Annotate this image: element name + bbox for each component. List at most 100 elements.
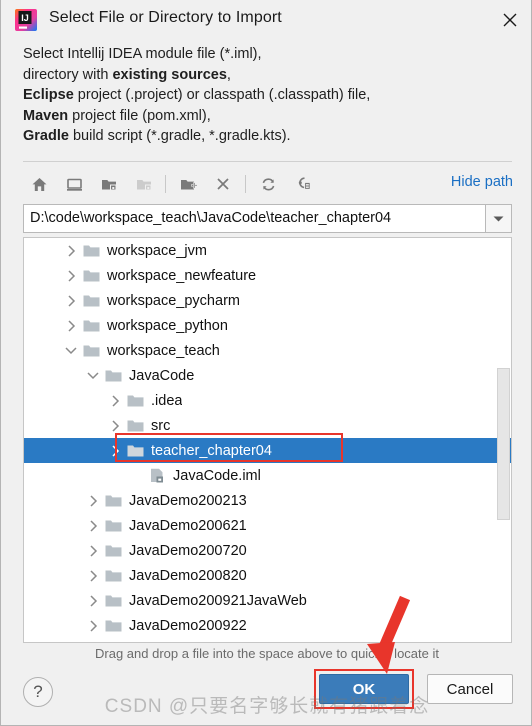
chevron-right-icon[interactable] — [108, 419, 122, 433]
path-field-row: D:\code\workspace_teach\JavaCode\teacher… — [23, 204, 512, 233]
chevron-down-icon[interactable] — [64, 344, 78, 358]
chevron-right-icon[interactable] — [64, 319, 78, 333]
tree-row[interactable]: workspace_pycharm — [24, 288, 511, 313]
description-line-3: Eclipse project (.project) or classpath … — [23, 87, 371, 103]
hide-path-link[interactable]: Hide path — [451, 174, 513, 190]
svg-text:IJ: IJ — [21, 13, 29, 23]
tree-row-label: JavaDemo200922 — [129, 617, 247, 634]
folder-icon — [104, 543, 122, 559]
tree-row[interactable]: teacher_chapter04 — [24, 438, 511, 463]
tree-row-label: workspace_python — [107, 317, 228, 334]
close-icon[interactable] — [487, 0, 531, 40]
tree-row[interactable]: JavaDemo200921JavaWeb — [24, 588, 511, 613]
import-file-dialog: IJ Select File or Directory to Import Se… — [0, 0, 532, 726]
folder-icon — [104, 518, 122, 534]
chevron-right-icon[interactable] — [64, 244, 78, 258]
folder-icon — [104, 593, 122, 609]
chevron-right-icon[interactable] — [86, 519, 100, 533]
folder-icon — [126, 418, 144, 434]
path-input[interactable]: D:\code\workspace_teach\JavaCode\teacher… — [23, 204, 485, 233]
folder-icon — [82, 293, 100, 309]
intellij-idea-icon: IJ — [14, 8, 38, 32]
chevron-right-icon[interactable] — [86, 494, 100, 508]
divider — [23, 161, 512, 162]
delete-icon[interactable] — [211, 172, 235, 196]
folder-icon — [82, 343, 100, 359]
tree-row-label: JavaDemo210201 — [129, 643, 247, 644]
tree-row-label: JavaCode — [129, 367, 195, 384]
folder-icon — [126, 393, 144, 409]
chevron-right-icon[interactable] — [86, 544, 100, 558]
chevron-right-icon[interactable] — [108, 394, 122, 408]
toolbar-separator-1 — [165, 175, 166, 193]
new-folder-icon[interactable] — [176, 172, 200, 196]
description-line-2: directory with existing sources, — [23, 66, 231, 83]
tree-row[interactable]: src — [24, 413, 511, 438]
project-folder-icon[interactable] — [97, 172, 121, 196]
folder-icon — [82, 268, 100, 284]
title-bar: IJ Select File or Directory to Import — [1, 0, 531, 40]
tree-row-label: workspace_teach — [107, 342, 220, 359]
directory-tree[interactable]: workspace_jvm workspace_newfeatureworkspa… — [23, 237, 512, 643]
chevron-down-icon[interactable] — [485, 204, 512, 233]
chevron-down-icon[interactable] — [86, 369, 100, 383]
chevron-right-icon[interactable] — [64, 294, 78, 308]
folder-icon — [126, 443, 144, 459]
ok-button[interactable]: OK — [319, 674, 409, 704]
tree-rows: workspace_jvm workspace_newfeatureworkspa… — [24, 238, 511, 642]
chevron-right-icon[interactable] — [86, 569, 100, 583]
folder-icon — [82, 318, 100, 334]
chevron-right-icon[interactable] — [108, 444, 122, 458]
desktop-icon[interactable] — [62, 172, 86, 196]
tree-row-label: workspace_pycharm — [107, 292, 240, 309]
folder-icon — [104, 643, 122, 644]
tree-row-label: JavaDemo200921JavaWeb — [129, 592, 307, 609]
iml-file-icon — [148, 468, 166, 484]
folder-icon — [82, 243, 100, 259]
tree-row[interactable]: workspace_python — [24, 313, 511, 338]
help-button[interactable]: ? — [23, 677, 53, 707]
tree-row[interactable]: JavaDemo200820 — [24, 563, 511, 588]
tree-row-label: workspace_jvm — [107, 242, 207, 259]
tree-row[interactable]: JavaCode — [24, 363, 511, 388]
folder-icon — [104, 493, 122, 509]
tree-row-label: src — [151, 417, 171, 434]
cancel-button[interactable]: Cancel — [427, 674, 513, 704]
folder-icon — [104, 368, 122, 384]
tree-row-label: teacher_chapter04 — [151, 442, 272, 459]
tree-row-label: JavaCode.iml — [173, 467, 261, 484]
tree-row[interactable]: workspace_teach — [24, 338, 511, 363]
tree-row[interactable]: workspace_newfeature — [24, 263, 511, 288]
folder-icon — [104, 568, 122, 584]
chevron-right-icon[interactable] — [64, 269, 78, 283]
refresh-icon[interactable] — [256, 172, 280, 196]
tree-row-label: workspace_newfeature — [107, 267, 257, 284]
tree-row[interactable]: JavaDemo200922 — [24, 613, 511, 638]
tree-row[interactable]: workspace_jvm — [24, 238, 511, 263]
dialog-description: Select Intellij IDEA module file (*.iml)… — [23, 44, 493, 147]
tree-row-label: JavaDemo200820 — [129, 567, 247, 584]
home-icon[interactable] — [27, 172, 51, 196]
tree-scrollbar[interactable] — [497, 368, 510, 520]
show-hidden-files-icon[interactable] — [291, 172, 315, 196]
chevron-placeholder — [130, 469, 144, 483]
tree-row[interactable]: JavaDemo210201 — [24, 638, 511, 644]
window-title: Select File or Directory to Import — [49, 9, 282, 26]
tree-row[interactable]: .idea — [24, 388, 511, 413]
tree-row[interactable]: JavaDemo200720 — [24, 538, 511, 563]
folder-icon — [104, 618, 122, 634]
file-toolbar: Hide path — [23, 166, 513, 202]
module-folder-icon — [132, 172, 156, 196]
tree-row[interactable]: JavaDemo200621 — [24, 513, 511, 538]
description-line-1: Select Intellij IDEA module file (*.iml)… — [23, 46, 262, 62]
tree-row-label: JavaDemo200720 — [129, 542, 247, 559]
drag-drop-hint: Drag and drop a file into the space abov… — [95, 646, 439, 661]
tree-row[interactable]: JavaCode.iml — [24, 463, 511, 488]
description-line-4: Maven project file (pom.xml), — [23, 107, 211, 124]
toolbar-separator-2 — [245, 175, 246, 193]
chevron-right-icon[interactable] — [86, 594, 100, 608]
chevron-right-icon[interactable] — [86, 619, 100, 633]
tree-row-label: JavaDemo200213 — [129, 492, 247, 509]
tree-row-label: JavaDemo200621 — [129, 517, 247, 534]
tree-row[interactable]: JavaDemo200213 — [24, 488, 511, 513]
